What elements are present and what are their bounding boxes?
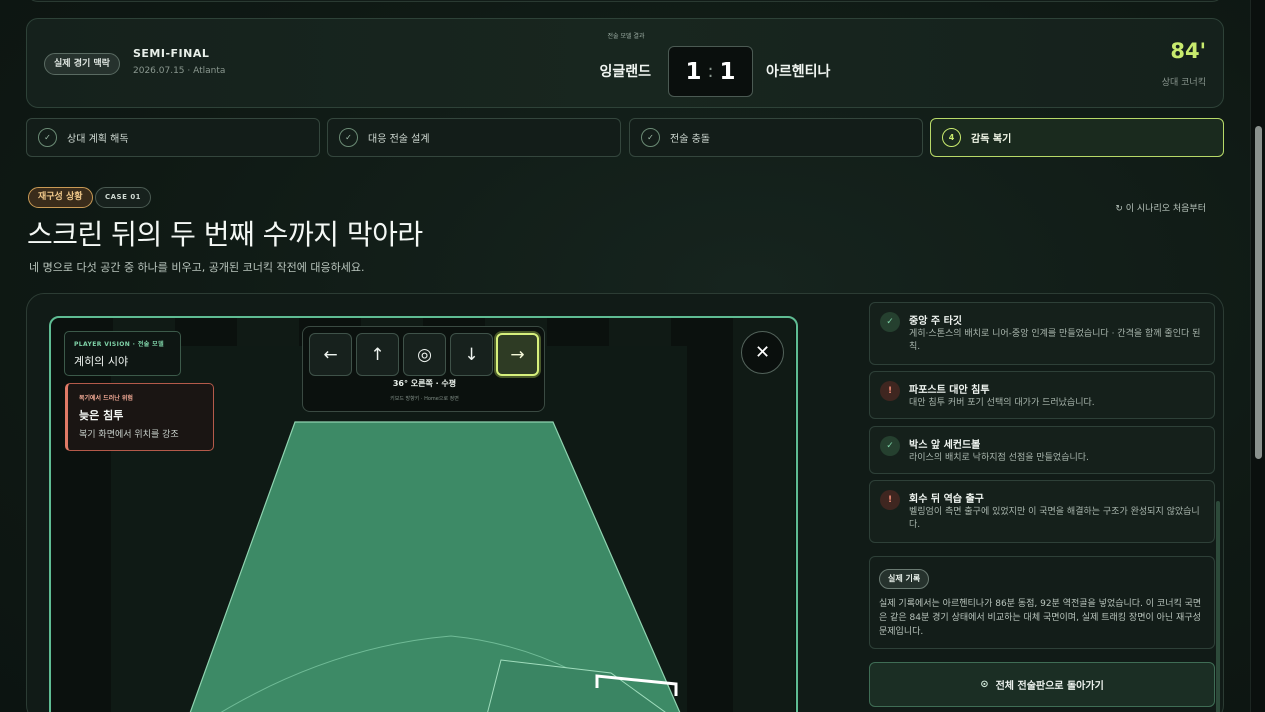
insight-card: ✓ 중앙 주 타깃 게히·스톤스의 배치로 니어-중앙 인계를 만들었습니다 ·… <box>869 302 1215 365</box>
insight-description: 라이스의 배치로 낙하지점 선점을 만들었습니다. <box>909 453 1089 463</box>
sidebar-scrollbar[interactable] <box>1216 501 1220 712</box>
risk-kicker: 복기에서 드러난 위험 <box>79 395 133 402</box>
check-icon: ✓ <box>339 128 358 147</box>
close-icon[interactable]: ✕ <box>741 331 784 374</box>
score-separator: : <box>707 61 714 82</box>
away-score: 1 <box>719 58 736 85</box>
warning-icon: ! <box>880 381 900 401</box>
look-up-button[interactable]: ↑ <box>356 333 399 376</box>
home-team: 잉글랜드 <box>599 64 651 80</box>
warning-icon: ! <box>880 490 900 510</box>
look-down-button[interactable]: ↓ <box>450 333 493 376</box>
step-label: 전술 충돌 <box>670 134 710 145</box>
top-card-edge <box>26 0 1224 2</box>
result-caption: 전술 모델 결과 <box>607 33 645 40</box>
tactic-board-panel: PLAYER VISION · 전술 모델 계히의 시야 복기에서 드러난 위험… <box>26 293 1224 712</box>
check-icon: ✓ <box>880 436 900 456</box>
insight-title: 회수 뒤 역습 출구 <box>909 494 984 505</box>
target-icon: ⊙ <box>980 679 989 690</box>
check-icon: ✓ <box>641 128 660 147</box>
reconstruction-tag: 재구성 상황 <box>28 187 93 208</box>
scoreboard: 1 : 1 <box>668 46 753 97</box>
insight-title: 파포스트 대안 침투 <box>909 385 990 396</box>
page-title: 스크린 뒤의 두 번째 수까지 막아라 <box>27 218 423 251</box>
view-direction-panel: ← ↑ ◎ ↓ → 36° 오른쪽 · 수평 키보드 방향키 · Home으로 … <box>302 326 545 412</box>
insight-card: ! 회수 뒤 역습 출구 벨링엄이 측면 출구에 있었지만 이 국면을 해결하는… <box>869 480 1215 543</box>
player-vision-view[interactable]: PLAYER VISION · 전술 모델 계히의 시야 복기에서 드러난 위험… <box>49 316 798 712</box>
record-text: 실제 기록에서는 아르헨티나가 86분 동점, 92분 역전골을 넣었습니다. … <box>879 599 1202 637</box>
away-team: 아르헨티나 <box>766 64 831 80</box>
keyboard-hint: 키보드 방향키 · Home으로 정면 <box>390 396 459 402</box>
insight-description: 대안 침투 커버 포기 선택의 대가가 드러났습니다. <box>909 398 1095 408</box>
context-badge: 실제 경기 맥락 <box>44 53 120 75</box>
risk-title: 늦은 침투 <box>79 409 124 422</box>
match-minute: 84' <box>1170 39 1206 63</box>
direction-readout: 36° 오른쪽 · 수평 <box>392 379 457 388</box>
step-manager-review[interactable]: 4 감독 복기 <box>930 118 1224 157</box>
step-label: 상대 계획 해독 <box>67 134 129 145</box>
back-to-board-button[interactable]: ⊙ 전체 전술판으로 돌아가기 <box>869 662 1215 707</box>
case-tag: CASE 01 <box>95 187 152 208</box>
match-meta: 2026.07.15 · Atlanta <box>133 66 226 76</box>
actual-record-card: 실제 기록 실제 기록에서는 아르헨티나가 86분 동점, 92분 역전골을 넣… <box>869 556 1215 649</box>
check-icon: ✓ <box>880 312 900 332</box>
match-header: 실제 경기 맥락 SEMI-FINAL 2026.07.15 · Atlanta… <box>26 18 1224 108</box>
scrollbar-thumb[interactable] <box>1255 126 1262 459</box>
insight-title: 박스 앞 세컨드볼 <box>909 440 981 451</box>
back-button-label: 전체 전술판으로 돌아가기 <box>995 681 1104 692</box>
restart-scenario-link[interactable]: ↻ 이 시나리오 처음부터 <box>1115 201 1206 214</box>
look-center-button[interactable]: ◎ <box>403 333 446 376</box>
check-icon: ✓ <box>38 128 57 147</box>
insight-card: ! 파포스트 대안 침투 대안 침투 커버 포기 선택의 대가가 드러났습니다. <box>869 371 1215 419</box>
record-badge: 실제 기록 <box>879 569 930 589</box>
page: 실제 경기 맥락 SEMI-FINAL 2026.07.15 · Atlanta… <box>0 0 1250 712</box>
step-counter-design[interactable]: ✓ 대응 전술 설계 <box>327 118 621 157</box>
step-opponent-plan[interactable]: ✓ 상대 계획 해독 <box>26 118 320 157</box>
insight-title: 중앙 주 타깃 <box>909 316 962 327</box>
page-subtitle: 네 명으로 다섯 공간 중 하나를 비우고, 공개된 코너킥 작전에 대응하세요… <box>29 261 365 274</box>
risk-description: 복기 화면에서 위치를 강조 <box>79 430 179 440</box>
minute-caption: 상대 코너킥 <box>1161 78 1206 88</box>
insight-description: 게히·스톤스의 배치로 니어-중앙 인계를 만들었습니다 · 간격을 함께 줄인… <box>909 329 1201 352</box>
insight-card: ✓ 박스 앞 세컨드볼 라이스의 배치로 낙하지점 선점을 만들었습니다. <box>869 426 1215 474</box>
insight-description: 벨링엄이 측면 출구에 있었지만 이 국면을 해결하는 구조가 완성되지 않았습… <box>909 507 1200 530</box>
step-label: 대응 전술 설계 <box>368 134 430 145</box>
window-scrollbar[interactable] <box>1250 0 1265 712</box>
risk-card: 복기에서 드러난 위험 늦은 침투 복기 화면에서 위치를 강조 <box>65 383 214 451</box>
vision-kicker: PLAYER VISION · 전술 모델 <box>74 341 165 348</box>
vision-title: 계히의 시야 <box>74 355 129 368</box>
look-left-button[interactable]: ← <box>309 333 352 376</box>
step-tabs: ✓ 상대 계획 해독 ✓ 대응 전술 설계 ✓ 전술 충돌 4 감독 복기 <box>26 118 1224 157</box>
review-sidebar: ✓ 중앙 주 타깃 게히·스톤스의 배치로 니어-중앙 인계를 만들었습니다 ·… <box>843 294 1223 712</box>
step-tactical-clash[interactable]: ✓ 전술 충돌 <box>629 118 923 157</box>
player-vision-card: PLAYER VISION · 전술 모델 계히의 시야 <box>64 331 181 376</box>
home-score: 1 <box>685 58 702 85</box>
match-stage: SEMI-FINAL <box>133 47 210 60</box>
look-right-button[interactable]: → <box>496 333 539 376</box>
step-label: 감독 복기 <box>971 134 1012 145</box>
step-number: 4 <box>942 128 961 147</box>
